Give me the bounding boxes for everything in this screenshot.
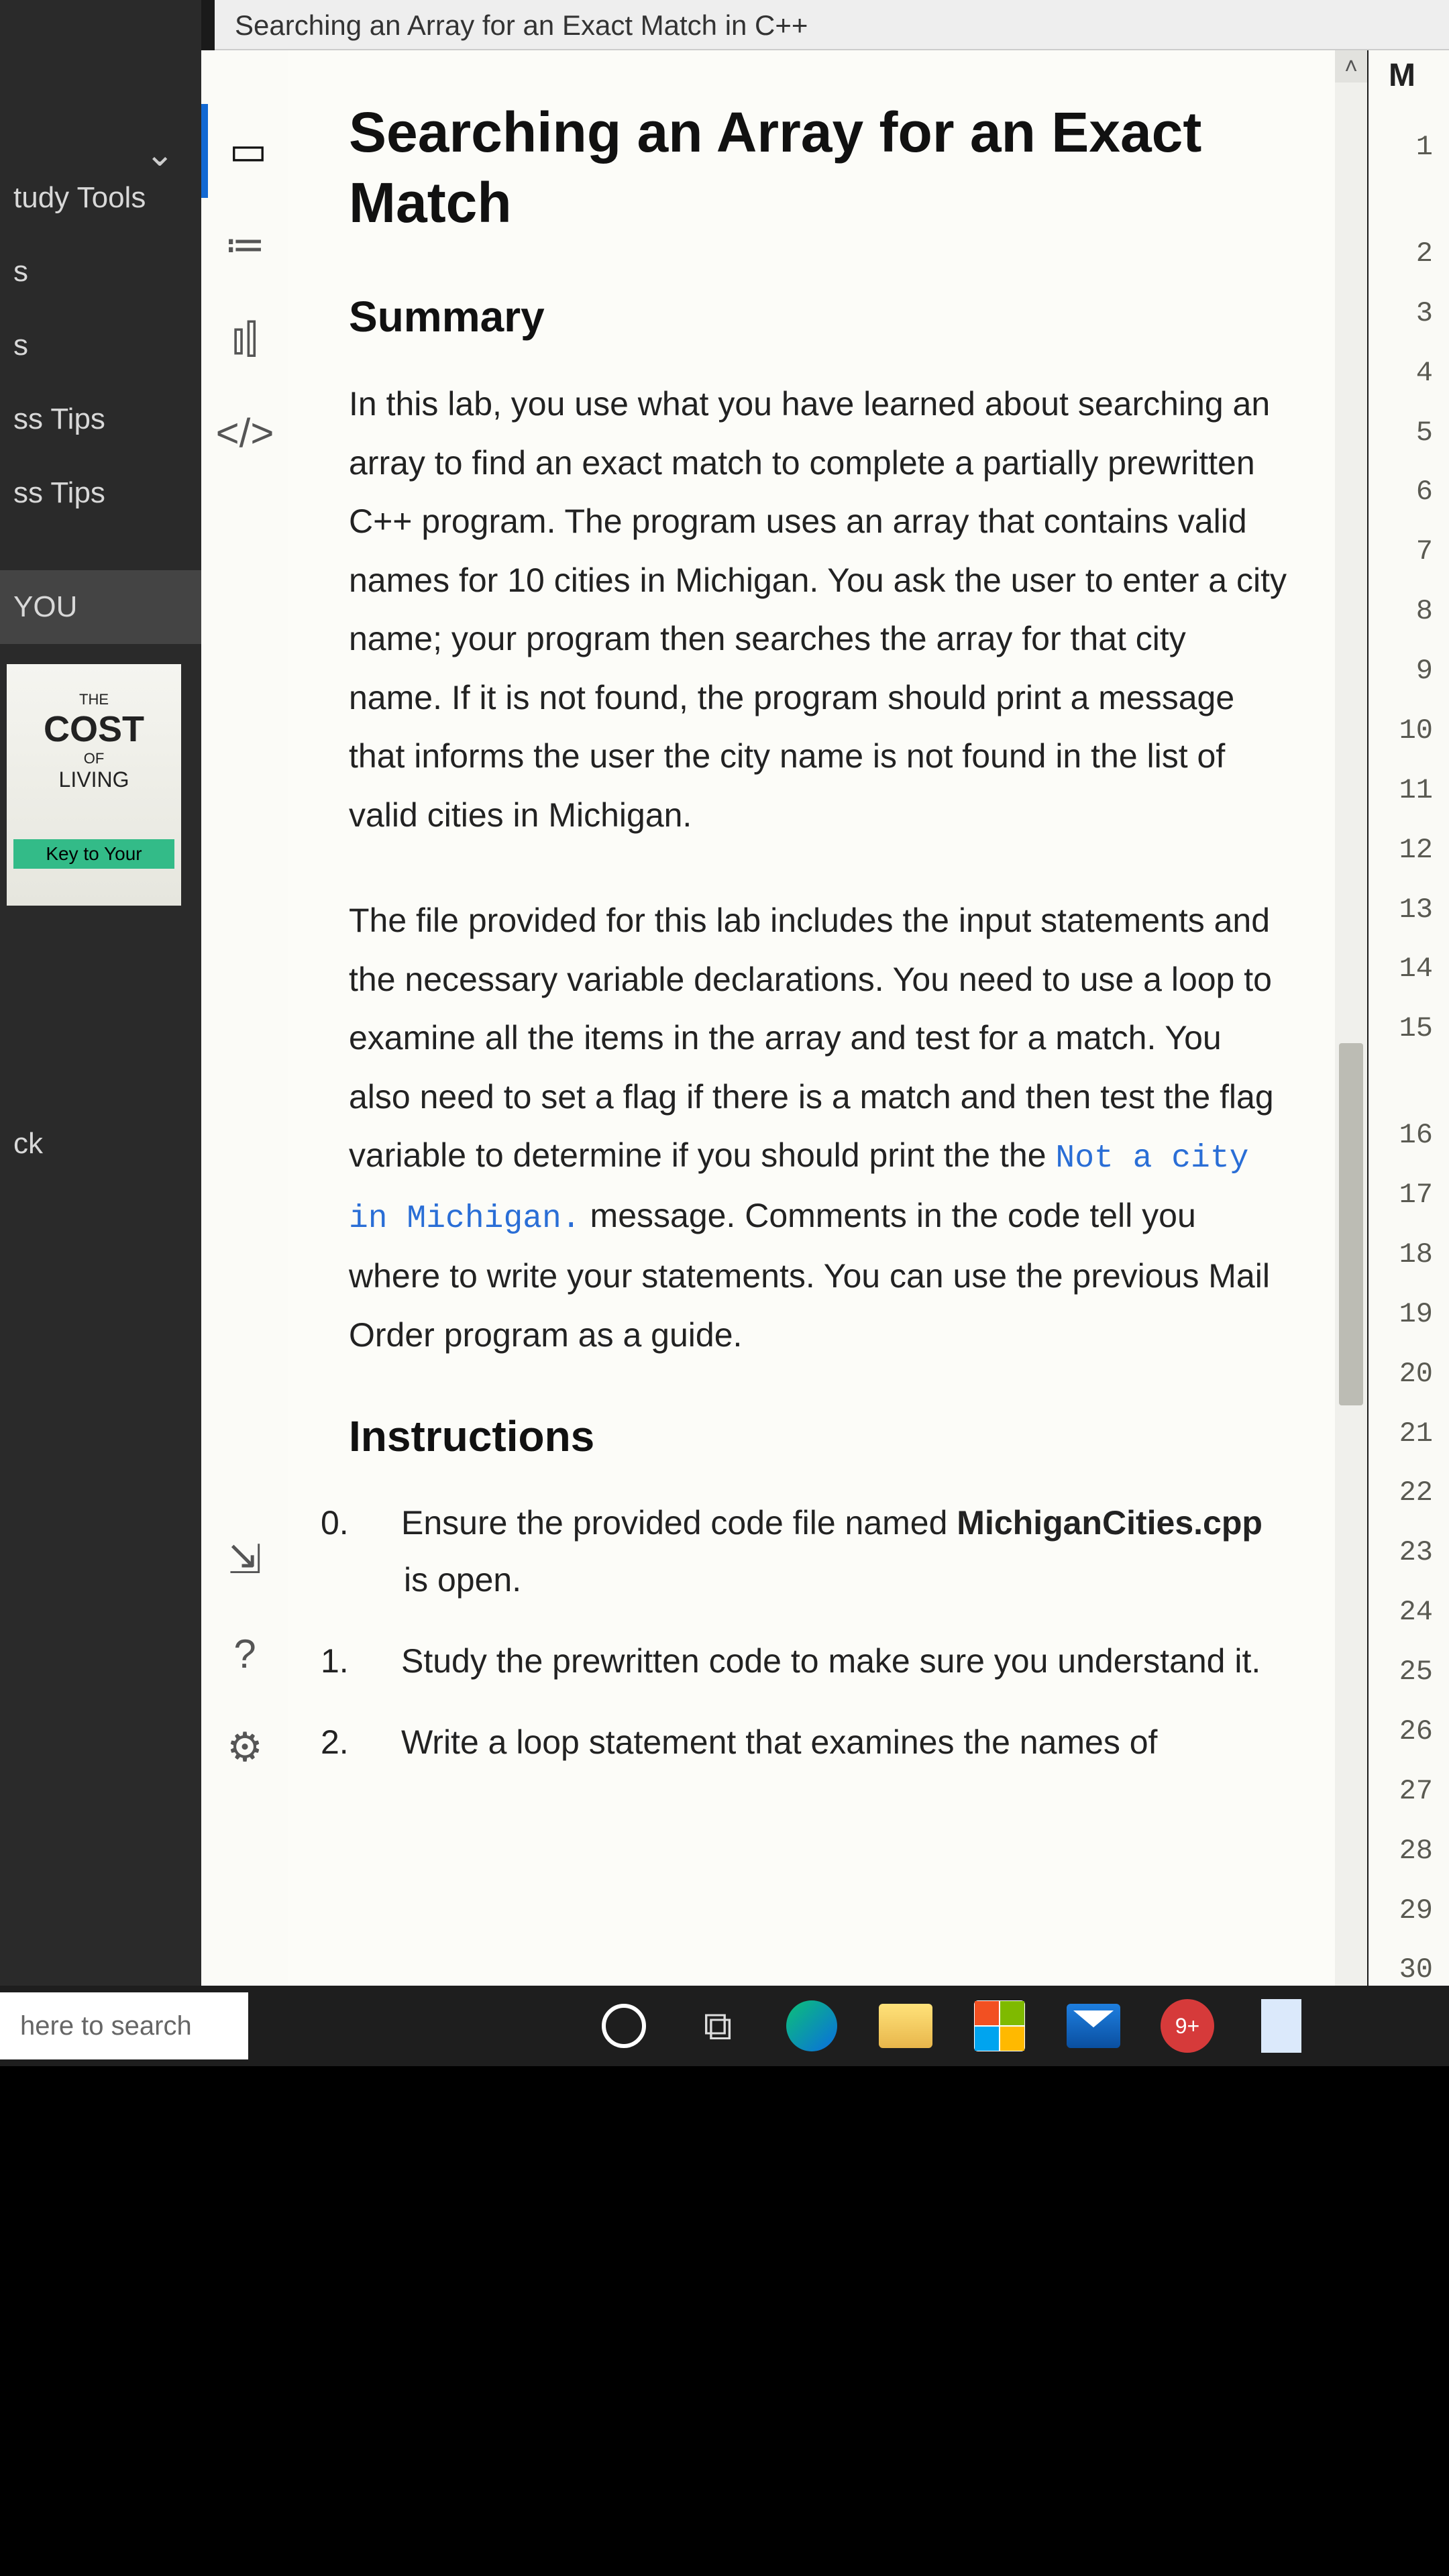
line-number: 22 xyxy=(1368,1463,1449,1523)
scroll-up-button[interactable]: ˄ xyxy=(1335,50,1367,83)
instructions-list: 0.Ensure the provided code file named Mi… xyxy=(362,1495,1288,1771)
line-number: 4 xyxy=(1368,343,1449,403)
line-number: 19 xyxy=(1368,1285,1449,1344)
book-sub: LIVING xyxy=(13,767,174,792)
sidebar-item-tips-1[interactable]: ss Tips xyxy=(0,382,201,456)
line-number: 29 xyxy=(1368,1881,1449,1941)
line-number: 15 xyxy=(1368,999,1449,1059)
line-number: 12 xyxy=(1368,820,1449,880)
notification-badge-icon[interactable]: 9+ xyxy=(1161,1999,1214,2053)
step0-b: is open. xyxy=(404,1561,521,1599)
gear-icon[interactable]: ⚙ xyxy=(201,1701,288,1794)
summary-paragraph-1: In this lab, you use what you have learn… xyxy=(349,375,1288,845)
tool-rail: ▭ ≔ ⫾⫿ </> ⇲ ? ⚙ xyxy=(201,50,288,2063)
line-number: 6 xyxy=(1368,462,1449,522)
summary-paragraph-2: The file provided for this lab includes … xyxy=(349,892,1288,1364)
page-title: Searching an Array for an Exact Match xyxy=(349,97,1288,238)
content-scrollbar[interactable]: ˄ ˅ xyxy=(1335,50,1367,2029)
chevron-down-icon[interactable]: ⌄ xyxy=(145,134,174,174)
code-line-gutter: M 1 23456789101112131415 161718192021222… xyxy=(1368,50,1449,2083)
line-number: 20 xyxy=(1368,1344,1449,1404)
line-number: 21 xyxy=(1368,1404,1449,1464)
step2-text: Write a loop statement that examines the… xyxy=(401,1723,1157,1761)
edge-icon[interactable] xyxy=(785,1999,839,2053)
line-number: 3 xyxy=(1368,284,1449,343)
step0-a: Ensure the provided code file named xyxy=(401,1504,957,1542)
line-number: 24 xyxy=(1368,1582,1449,1642)
line-number: 27 xyxy=(1368,1762,1449,1821)
app-sidebar: ⌄ tudy Tools s s ss Tips ss Tips YOU THE… xyxy=(0,0,201,2012)
line-number: 10 xyxy=(1368,701,1449,761)
help-icon[interactable]: ? xyxy=(201,1607,288,1701)
line-number: 9 xyxy=(1368,641,1449,701)
mail-icon[interactable] xyxy=(1067,1999,1120,2053)
list-icon[interactable]: ≔ xyxy=(201,198,288,292)
document-tab[interactable]: Searching an Array for an Exact Match in… xyxy=(215,0,1449,50)
line-number: 1 xyxy=(1368,117,1449,177)
sidebar-for-you[interactable]: YOU xyxy=(0,570,201,644)
taskbar-search[interactable]: here to search xyxy=(0,1992,248,2059)
line-number: 16 xyxy=(1368,1106,1449,1165)
task-view-icon[interactable]: ⧉ xyxy=(691,1999,745,2053)
share-icon[interactable]: ⇲ xyxy=(201,1513,288,1607)
line-number: 23 xyxy=(1368,1523,1449,1582)
p2-text-a: The file provided for this lab includes … xyxy=(349,902,1274,1174)
scroll-thumb[interactable] xyxy=(1339,1043,1363,1405)
step0-filename: MichiganCities.cpp xyxy=(957,1504,1263,1542)
line-number: 26 xyxy=(1368,1702,1449,1762)
line-number: 7 xyxy=(1368,522,1449,582)
cortana-icon[interactable] xyxy=(597,1999,651,2053)
book-caption: Key to Your xyxy=(13,839,174,869)
line-number: 17 xyxy=(1368,1165,1449,1225)
sidebar-item-tips-2[interactable]: ss Tips xyxy=(0,456,201,530)
line-number: 25 xyxy=(1368,1642,1449,1702)
instruction-step-0: 0.Ensure the provided code file named Mi… xyxy=(362,1495,1288,1609)
file-explorer-icon[interactable] xyxy=(879,1999,932,2053)
instructions-heading: Instructions xyxy=(349,1411,1288,1461)
code-icon[interactable]: </> xyxy=(201,386,288,480)
offscreen-black xyxy=(0,2066,1449,2576)
step1-text: Study the prewritten code to make sure y… xyxy=(401,1642,1260,1680)
instruction-step-2: 2.Write a loop statement that examines t… xyxy=(362,1714,1288,1771)
line-number: 28 xyxy=(1368,1821,1449,1881)
line-number: 8 xyxy=(1368,582,1449,641)
gutter-column-header: M xyxy=(1389,57,1415,94)
book-title: COST xyxy=(13,708,174,750)
chart-icon[interactable]: ⫾⫿ xyxy=(201,292,288,386)
notepad-icon[interactable] xyxy=(1254,1999,1308,2053)
instruction-step-1: 1.Study the prewritten code to make sure… xyxy=(362,1633,1288,1690)
summary-heading: Summary xyxy=(349,292,1288,341)
lesson-content: Searching an Array for an Exact Match Su… xyxy=(288,50,1335,2029)
book-of: OF xyxy=(13,750,174,767)
line-number: 2 xyxy=(1368,224,1449,284)
recommended-book-thumb[interactable]: THE COST OF LIVING Key to Your xyxy=(7,664,181,906)
line-number: 18 xyxy=(1368,1225,1449,1285)
line-number: 11 xyxy=(1368,761,1449,820)
windows-taskbar: here to search ⧉ 9+ xyxy=(0,1986,1449,2066)
line-number: 13 xyxy=(1368,880,1449,940)
sidebar-item-2[interactable]: s xyxy=(0,309,201,382)
book-icon[interactable]: ▭ xyxy=(201,104,288,198)
sidebar-item-1[interactable]: s xyxy=(0,235,201,309)
book-pre: THE xyxy=(13,691,174,708)
sidebar-item-ck[interactable]: ck xyxy=(0,1107,201,1181)
ms-store-icon[interactable] xyxy=(973,1999,1026,2053)
line-number: 14 xyxy=(1368,939,1449,999)
line-number: 5 xyxy=(1368,403,1449,463)
